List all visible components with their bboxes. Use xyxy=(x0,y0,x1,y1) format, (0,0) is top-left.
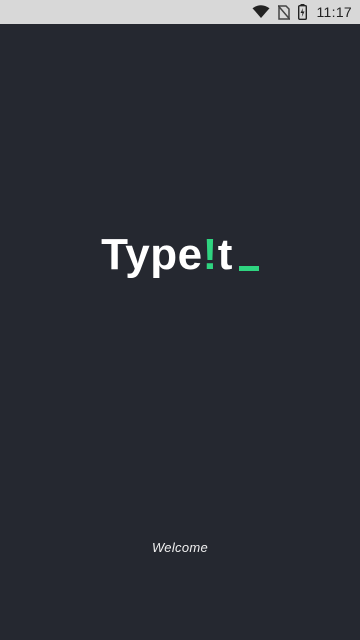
logo-cursor-underscore xyxy=(238,266,259,271)
typeit-logo: Type!t xyxy=(0,230,360,280)
status-time: 11:17 xyxy=(316,4,352,20)
no-sim-icon xyxy=(277,4,290,20)
logo-text: Type!t xyxy=(101,230,233,280)
welcome-text: Welcome xyxy=(151,540,209,555)
status-bar: 11:17 xyxy=(0,0,360,24)
wifi-icon xyxy=(252,5,270,19)
splash-screen: 11:17 Type!t Welcome xyxy=(0,0,360,640)
logo-accent: ! xyxy=(202,230,218,279)
logo-part1: Type xyxy=(101,230,203,279)
logo-part2: t xyxy=(217,230,233,279)
battery-charging-icon xyxy=(297,4,307,20)
